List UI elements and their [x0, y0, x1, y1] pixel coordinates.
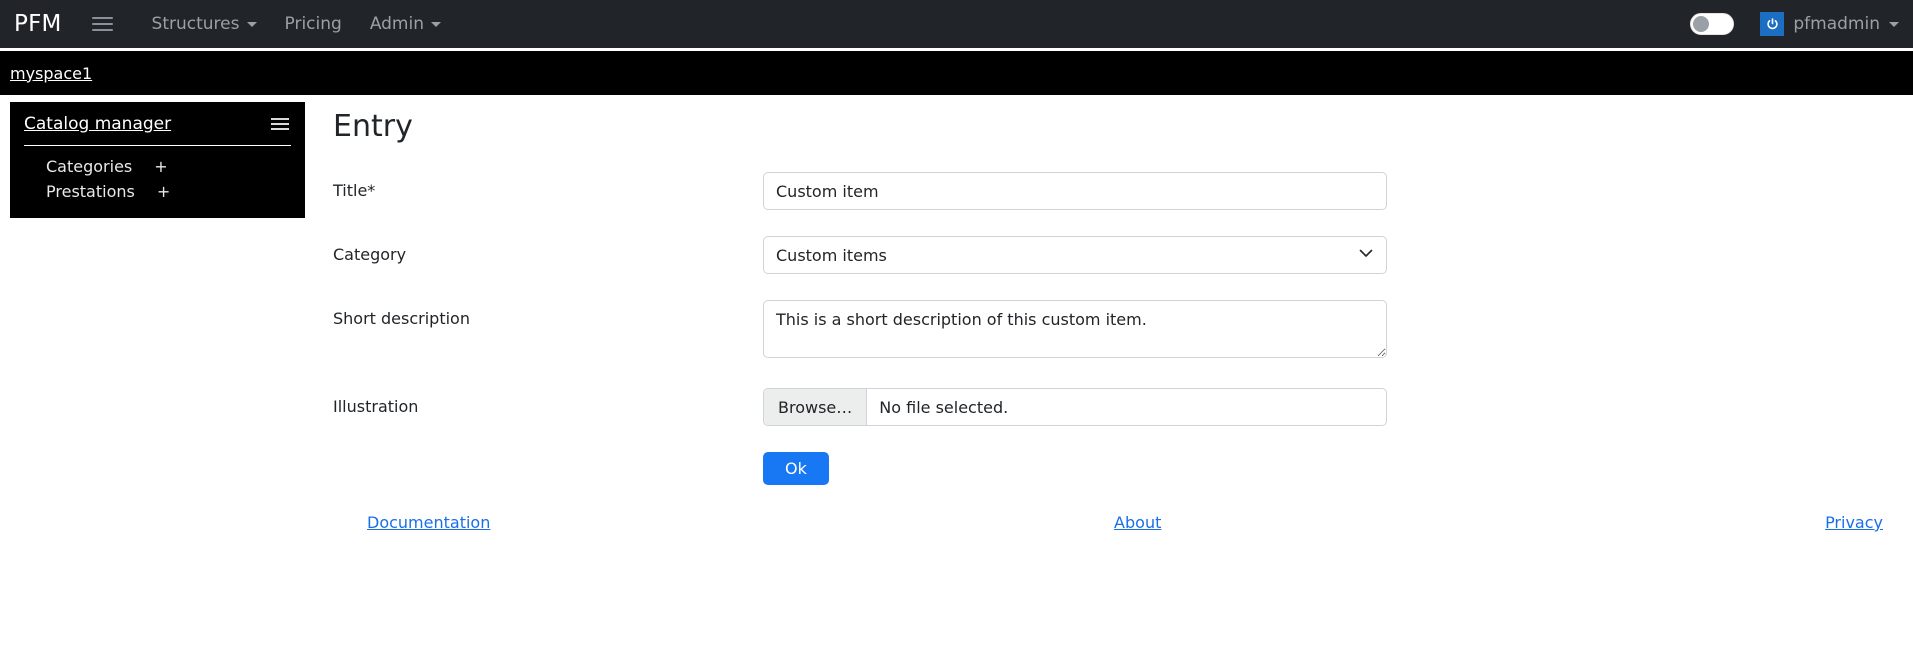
illustration-file-input[interactable]: Browse… No file selected.: [763, 388, 1387, 426]
form-row-illustration: Illustration Browse… No file selected.: [333, 388, 1913, 426]
top-navbar: PFM Structures Pricing Admin pfmadmin: [0, 0, 1913, 48]
sidebar-item-prestations[interactable]: Prestations +: [24, 179, 291, 204]
footer-link-documentation[interactable]: Documentation: [367, 513, 490, 532]
nav-item-label: Pricing: [284, 13, 342, 34]
add-category-icon[interactable]: +: [154, 157, 167, 176]
ok-button[interactable]: Ok: [763, 452, 829, 485]
hamburger-bar: [91, 29, 113, 31]
title-label: Title*: [333, 181, 376, 200]
power-icon: [1760, 12, 1785, 36]
submit-row: Ok: [333, 452, 1913, 485]
nav-items: Structures Pricing Admin: [138, 12, 455, 37]
short-description-label: Short description: [333, 309, 470, 328]
sidebar-title[interactable]: Catalog manager: [24, 114, 171, 134]
theme-toggle-knob: [1693, 16, 1710, 32]
file-status-text: No file selected.: [879, 397, 1009, 417]
nav-item-structures[interactable]: Structures: [138, 12, 271, 37]
main-content: Entry Title* Category: [305, 95, 1913, 532]
hamburger-bar: [91, 17, 113, 19]
form-row-title: Title*: [333, 172, 1913, 210]
category-select[interactable]: [763, 236, 1387, 274]
theme-toggle[interactable]: [1690, 13, 1735, 35]
short-description-textarea[interactable]: This is a short description of this cust…: [763, 300, 1387, 358]
user-menu[interactable]: pfmadmin: [1760, 12, 1899, 36]
browse-button[interactable]: Browse…: [764, 389, 868, 425]
navbar-right-group: pfmadmin: [1690, 0, 1899, 48]
hamburger-bar: [91, 23, 113, 25]
footer-link-about[interactable]: About: [1114, 513, 1161, 532]
sidebar-hamburger-icon[interactable]: [271, 118, 291, 130]
chevron-down-icon: [431, 21, 441, 27]
sidebar-item-label: Categories: [46, 157, 133, 176]
hamburger-bar: [271, 128, 289, 130]
brand-logo[interactable]: PFM: [14, 12, 62, 36]
sidebar-item-categories[interactable]: Categories +: [24, 154, 291, 179]
form-row-category: Category: [333, 236, 1913, 274]
illustration-field-wrap: Browse… No file selected.: [763, 388, 1387, 426]
illustration-label: Illustration: [333, 397, 419, 416]
category-field-wrap: [763, 236, 1387, 274]
page-body: Catalog manager Categories + Prestations…: [0, 95, 1913, 665]
title-input[interactable]: [763, 172, 1387, 210]
footer-link-privacy[interactable]: Privacy: [1825, 513, 1883, 532]
form-row-short-description: Short description This is a short descri…: [333, 300, 1913, 362]
short-description-field-wrap: This is a short description of this cust…: [763, 300, 1387, 362]
nav-item-label: Structures: [151, 13, 240, 34]
sidebar: Catalog manager Categories + Prestations…: [10, 102, 305, 218]
sidebar-item-label: Prestations: [46, 182, 135, 201]
page-title: Entry: [333, 109, 413, 144]
add-prestation-icon[interactable]: +: [157, 182, 170, 201]
sidebar-header: Catalog manager: [24, 114, 291, 134]
breadcrumb-item-myspace1[interactable]: myspace1: [10, 64, 92, 83]
nav-item-pricing[interactable]: Pricing: [271, 12, 356, 37]
category-label: Category: [333, 245, 407, 264]
footer: Documentation About Privacy: [333, 513, 1913, 532]
chevron-down-icon: [1889, 21, 1899, 27]
breadcrumb: myspace1: [0, 48, 1913, 95]
hamburger-bar: [271, 118, 289, 120]
sidebar-divider: [24, 145, 291, 146]
user-menu-label: pfmadmin: [1793, 13, 1880, 34]
submit-spacer: [333, 452, 763, 485]
nav-item-label: Admin: [369, 13, 424, 34]
hamburger-bar: [271, 123, 289, 125]
hamburger-icon[interactable]: [91, 13, 118, 35]
nav-item-admin[interactable]: Admin: [356, 12, 455, 37]
chevron-down-icon: [246, 21, 257, 27]
title-field-wrap: [763, 172, 1387, 210]
